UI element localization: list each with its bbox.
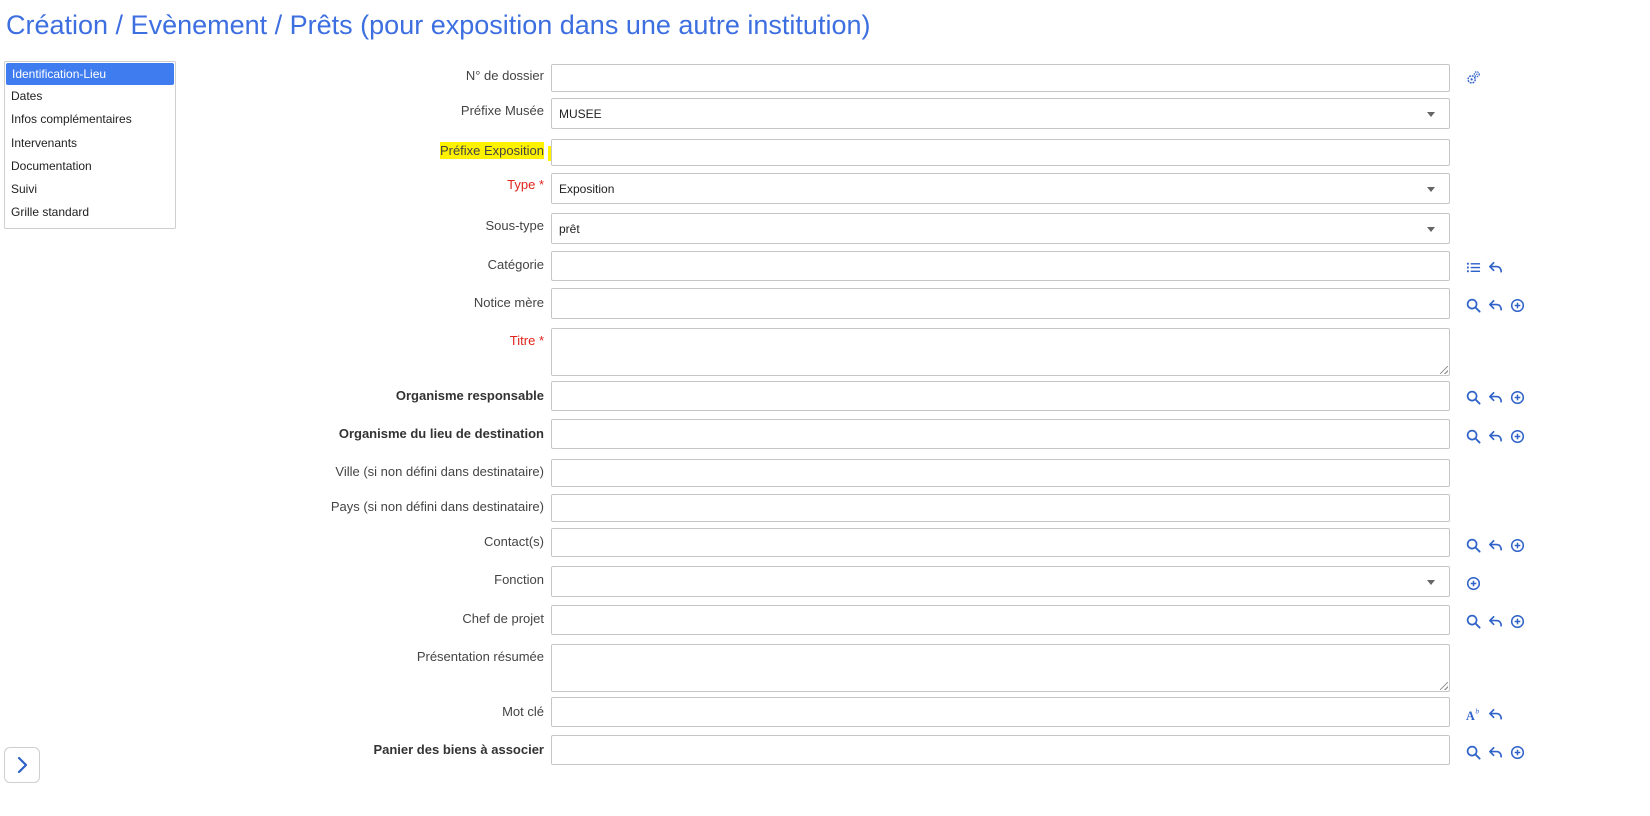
search-icon[interactable] <box>1466 614 1481 629</box>
type-value: Exposition <box>559 181 615 196</box>
search-icon[interactable] <box>1466 390 1481 405</box>
undo-arrow-icon[interactable] <box>1488 429 1503 444</box>
prefixe-exposition-input[interactable] <box>551 139 1450 166</box>
notice-mere-label: Notice mère <box>473 295 544 310</box>
sidebar-item-intervenants[interactable]: Intervenants <box>5 132 175 155</box>
sidebar-item-suivi[interactable]: Suivi <box>5 178 175 201</box>
add-circle-icon[interactable] <box>1510 390 1525 405</box>
chevron-down-icon <box>1427 186 1435 192</box>
type-label: Type * <box>507 177 544 192</box>
sous-type-label: Sous-type <box>485 218 544 233</box>
sidebar-item-infos-complementaires[interactable]: Infos complémentaires <box>5 108 175 131</box>
prefixe-musee-value: MUSEE <box>559 106 602 121</box>
undo-arrow-icon[interactable] <box>1488 745 1503 760</box>
undo-arrow-icon[interactable] <box>1488 707 1503 722</box>
ville-label: Ville (si non défini dans destinataire) <box>335 464 544 479</box>
notice-mere-input[interactable] <box>551 288 1450 319</box>
presentation-textarea[interactable] <box>551 644 1450 692</box>
sidebar-item-dates[interactable]: Dates <box>5 85 175 108</box>
chef-projet-label: Chef de projet <box>462 611 544 626</box>
page-title: Création / Evènement / Prêts (pour expos… <box>6 10 871 40</box>
titre-label-text: Titre <box>509 333 536 348</box>
fonction-select[interactable] <box>551 566 1450 597</box>
type-select[interactable]: Exposition <box>551 173 1450 204</box>
resize-grip-icon[interactable] <box>1440 366 1448 374</box>
list-icon[interactable] <box>1466 260 1481 275</box>
search-icon[interactable] <box>1466 538 1481 553</box>
titre-textarea[interactable] <box>551 328 1450 376</box>
panier-input[interactable] <box>551 735 1450 765</box>
ville-input[interactable] <box>551 459 1450 487</box>
panier-label: Panier des biens à associer <box>373 742 544 757</box>
prefixe-exposition-label: Préfixe Exposition <box>439 142 544 159</box>
sidebar-item-documentation[interactable]: Documentation <box>5 155 175 178</box>
contacts-label: Contact(s) <box>484 534 544 549</box>
prefixe-musee-label: Préfixe Musée <box>460 103 544 118</box>
add-circle-icon[interactable] <box>1466 576 1481 591</box>
fonction-label: Fonction <box>494 572 544 587</box>
search-icon[interactable] <box>1466 745 1481 760</box>
add-circle-icon[interactable] <box>1510 538 1525 553</box>
organisme-responsable-label: Organisme responsable <box>395 388 544 403</box>
chef-projet-input[interactable] <box>551 605 1450 635</box>
add-circle-icon[interactable] <box>1510 429 1525 444</box>
categorie-label: Catégorie <box>487 257 544 272</box>
resize-grip-icon[interactable] <box>1440 682 1448 690</box>
add-circle-icon[interactable] <box>1510 298 1525 313</box>
undo-arrow-icon[interactable] <box>1488 614 1503 629</box>
no-dossier-label: N° de dossier <box>465 68 544 83</box>
undo-arrow-icon[interactable] <box>1488 390 1503 405</box>
add-circle-icon[interactable] <box>1510 745 1525 760</box>
pays-input[interactable] <box>551 494 1450 522</box>
add-circle-icon[interactable] <box>1510 614 1525 629</box>
gears-icon[interactable] <box>1466 70 1481 85</box>
chevron-down-icon <box>1427 226 1435 232</box>
pays-label: Pays (si non défini dans destinataire) <box>330 499 544 514</box>
undo-arrow-icon[interactable] <box>1488 260 1503 275</box>
sous-type-value: prêt <box>559 221 580 236</box>
undo-arrow-icon[interactable] <box>1488 538 1503 553</box>
presentation-label: Présentation résumée <box>416 649 544 664</box>
prefixe-exposition-label-text: Préfixe Exposition <box>439 142 544 159</box>
expand-panel-button[interactable] <box>4 747 40 783</box>
search-icon[interactable] <box>1466 429 1481 444</box>
font-style-icon[interactable] <box>1466 707 1481 722</box>
undo-arrow-icon[interactable] <box>1488 298 1503 313</box>
titre-label: Titre * <box>510 333 544 348</box>
required-star: * <box>538 333 544 348</box>
mot-cle-input[interactable] <box>551 697 1450 727</box>
chevron-right-icon <box>17 756 28 774</box>
sous-type-select[interactable]: prêt <box>551 213 1450 244</box>
organisme-responsable-input[interactable] <box>551 381 1450 411</box>
organisme-destination-label: Organisme du lieu de destination <box>338 426 544 441</box>
organisme-destination-input[interactable] <box>551 419 1450 449</box>
search-icon[interactable] <box>1466 298 1481 313</box>
type-label-text: Type <box>507 177 536 192</box>
section-nav: Identification-Lieu Dates Infos compléme… <box>4 61 176 229</box>
categorie-input[interactable] <box>551 251 1450 281</box>
sidebar-item-grille-standard[interactable]: Grille standard <box>5 201 175 224</box>
sidebar-item-identification-lieu[interactable]: Identification-Lieu <box>6 63 174 85</box>
prefixe-musee-select[interactable]: MUSEE <box>551 98 1450 129</box>
no-dossier-input[interactable] <box>551 64 1450 92</box>
required-star: * <box>538 177 544 192</box>
contacts-input[interactable] <box>551 528 1450 557</box>
chevron-down-icon <box>1427 111 1435 117</box>
mot-cle-label: Mot clé <box>502 704 544 719</box>
chevron-down-icon <box>1427 579 1435 585</box>
